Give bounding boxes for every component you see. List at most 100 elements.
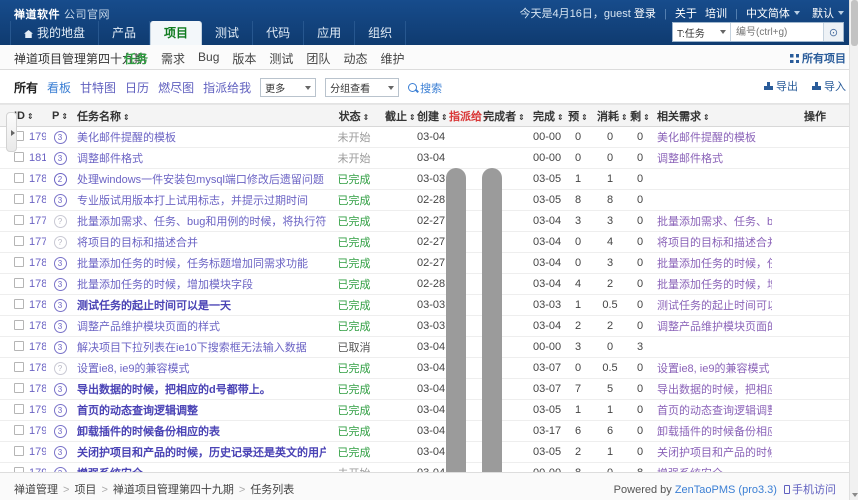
table-row[interactable]: 17823批量添加任务的时候，增加模块字段已完成02-2803-04420批量添…: [0, 274, 858, 295]
related-story-link[interactable]: 调整邮件格式: [657, 153, 723, 165]
cell-actions[interactable]: [772, 211, 858, 232]
nav-tab-6[interactable]: 组织: [355, 21, 406, 45]
export-button[interactable]: 导出: [764, 78, 798, 94]
project-tab-7[interactable]: 维护: [380, 50, 404, 67]
cell-actions[interactable]: [772, 190, 858, 211]
row-checkbox[interactable]: [14, 173, 24, 183]
cell-actions[interactable]: [772, 442, 858, 463]
sort-icon[interactable]: ⇕: [61, 112, 68, 121]
task-name-link[interactable]: 批量添加任务的时候，任务标题增加同需求功能: [77, 258, 308, 270]
task-name-link[interactable]: 专业版试用版本打上试用标志，并提示过期时间: [77, 195, 308, 207]
filter-link-1[interactable]: 看板: [47, 79, 71, 96]
column-header-story[interactable]: 相关需求⇕: [654, 105, 772, 127]
all-projects-link[interactable]: 所有项目: [790, 50, 846, 66]
task-name-link[interactable]: 调整产品维护模块页面的样式: [77, 321, 220, 333]
row-checkbox[interactable]: [14, 320, 24, 330]
app-logo[interactable]: 禅道软件公司官网: [14, 6, 110, 22]
task-name-link[interactable]: 导出数据的时候，把相应的d号都带上。: [77, 384, 271, 396]
row-checkbox[interactable]: [14, 257, 24, 267]
cell-actions[interactable]: [772, 148, 858, 169]
related-story-link[interactable]: 导出数据的时候，把相应的id号都: [657, 384, 772, 396]
task-id-link[interactable]: 1788: [29, 362, 46, 374]
sort-icon[interactable]: ⇕: [409, 113, 416, 122]
page-scrollbar[interactable]: [849, 0, 858, 500]
task-name-link[interactable]: 设置ie8, ie9的兼容模式: [77, 363, 189, 375]
row-checkbox[interactable]: [14, 278, 24, 288]
table-row[interactable]: 1779?将项目的目标和描述合并已完成02-2703-04040将项目的目标和描…: [0, 232, 858, 253]
project-tab-1[interactable]: 需求: [161, 50, 185, 67]
task-id-link[interactable]: 1782: [29, 278, 46, 290]
table-row[interactable]: 17993美化邮件提醒的模板未开始03-0400-00000美化邮件提醒的模板: [0, 127, 858, 148]
related-story-link[interactable]: 关闭护项目和产品的时候，历史: [657, 447, 772, 459]
theme-selector[interactable]: 默认: [812, 8, 834, 20]
cell-actions[interactable]: [772, 337, 858, 358]
related-story-link[interactable]: 卸载插件的时候备份相应的表: [657, 426, 772, 438]
task-id-link[interactable]: 1783: [29, 194, 46, 206]
column-header-p[interactable]: P⇕: [46, 105, 74, 127]
task-id-link[interactable]: 1790: [29, 404, 46, 416]
login-link[interactable]: 登录: [634, 8, 656, 20]
related-story-link[interactable]: 批量添加任务的时候，任务标题增: [657, 258, 772, 270]
task-name-link[interactable]: 处理windows一件安装包mysql端口修改后遗留问题: [77, 174, 324, 186]
table-row[interactable]: 18173调整邮件格式未开始03-0400-00000调整邮件格式: [0, 148, 858, 169]
sort-icon[interactable]: ⇕: [123, 113, 130, 122]
sort-icon[interactable]: ⇕: [27, 112, 34, 121]
search-input[interactable]: [731, 23, 823, 41]
nav-tab-0[interactable]: 我的地盘: [10, 21, 99, 45]
scroll-down-arrow-icon[interactable]: [852, 493, 858, 497]
nav-tab-1[interactable]: 产品: [99, 21, 150, 45]
task-id-link[interactable]: 1785: [29, 173, 46, 185]
related-story-link[interactable]: 调整产品维护模块页面的样式: [657, 321, 772, 333]
row-checkbox[interactable]: [14, 383, 24, 393]
cell-actions[interactable]: [772, 358, 858, 379]
cell-actions[interactable]: [772, 400, 858, 421]
nav-tab-3[interactable]: 测试: [202, 21, 253, 45]
row-checkbox[interactable]: [14, 194, 24, 204]
table-row[interactable]: 17873解决项目下拉列表在ie10下搜索框无法输入数据已取消03-0400-0…: [0, 337, 858, 358]
cell-actions[interactable]: [772, 232, 858, 253]
task-name-link[interactable]: 批量添加需求、任务、bug和用例的时候，将执行符处理为: [77, 216, 326, 228]
more-filter-select[interactable]: 更多: [260, 78, 316, 97]
table-row[interactable]: 17913卸载插件的时候备份相应的表已完成03-0403-17660卸载插件的时…: [0, 421, 858, 442]
table-row[interactable]: 17893导出数据的时候，把相应的d号都带上。已完成03-0403-07750导…: [0, 379, 858, 400]
table-row[interactable]: 17852处理windows一件安装包mysql端口修改后遗留问题已完成03-0…: [0, 169, 858, 190]
sort-icon[interactable]: ⇕: [703, 113, 710, 122]
sort-icon[interactable]: ⇕: [518, 113, 525, 122]
sort-icon[interactable]: ⇕: [557, 113, 564, 122]
related-story-link[interactable]: 首页的动态查询逻辑调整: [657, 405, 772, 417]
task-id-link[interactable]: 1784: [29, 299, 46, 311]
task-id-link[interactable]: 1817: [29, 152, 46, 164]
table-row[interactable]: 17933增强系统安全未开始03-0400-00808增强系统安全: [0, 463, 858, 473]
related-story-link[interactable]: 测试任务的起止时间可以是一天: [657, 300, 772, 312]
task-id-link[interactable]: 1789: [29, 383, 46, 395]
task-name-link[interactable]: 调整邮件格式: [77, 153, 143, 165]
column-header-left[interactable]: 剩⇕: [626, 105, 654, 127]
cell-actions[interactable]: [772, 463, 858, 473]
breadcrumb-item-2[interactable]: 禅道项目管理第四十九期: [113, 484, 234, 496]
related-story-link[interactable]: 美化邮件提醒的模板: [657, 132, 756, 144]
filter-link-5[interactable]: 指派给我: [203, 79, 251, 96]
row-checkbox[interactable]: [14, 299, 24, 309]
task-name-link[interactable]: 首页的动态查询逻辑调整: [77, 405, 198, 417]
group-view-select[interactable]: 分组查看: [325, 78, 399, 97]
task-id-link[interactable]: 1791: [29, 425, 46, 437]
project-tab-6[interactable]: 动态: [343, 50, 367, 67]
column-header-status[interactable]: 状态⇕: [326, 105, 382, 127]
task-id-link[interactable]: 1780: [29, 257, 46, 269]
column-header-finished[interactable]: 完成⇕: [530, 105, 562, 127]
project-tab-5[interactable]: 团队: [306, 50, 330, 67]
related-story-link[interactable]: 批量添加任务的时候，增加模块字: [657, 279, 772, 291]
nav-tab-2[interactable]: 项目: [150, 21, 202, 45]
nav-tab-4[interactable]: 代码: [253, 21, 304, 45]
related-story-link[interactable]: 批量添加需求、任务、bug和用例: [657, 216, 772, 228]
scrollbar-thumb[interactable]: [851, 0, 858, 46]
task-name-link[interactable]: 卸载插件的时候备份相应的表: [77, 426, 220, 438]
nav-tab-5[interactable]: 应用: [304, 21, 355, 45]
task-table-container[interactable]: ID⇕P⇕任务名称⇕状态⇕截止⇕创建⇕指派给▾完成者⇕完成⇕预⇕消耗⇕剩⇕相关需…: [0, 104, 858, 472]
task-name-link[interactable]: 解决项目下拉列表在ie10下搜索框无法输入数据: [77, 342, 307, 354]
task-id-link[interactable]: 1778: [29, 215, 46, 227]
column-header-deadline[interactable]: 截止⇕: [382, 105, 414, 127]
row-checkbox[interactable]: [14, 152, 24, 162]
search-submit-button[interactable]: ⊙: [823, 23, 843, 41]
table-row[interactable]: 1788?设置ie8, ie9的兼容模式已完成03-0403-0700.50设置…: [0, 358, 858, 379]
